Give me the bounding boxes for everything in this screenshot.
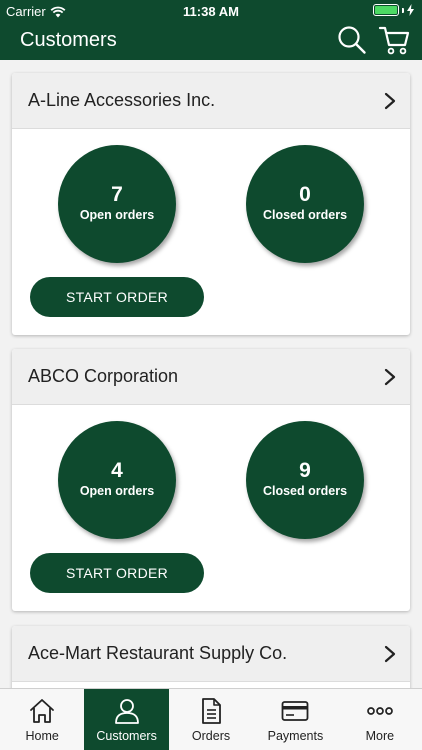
tab-label: Orders: [191, 729, 231, 743]
open-orders-count: 4: [111, 459, 123, 482]
start-order-button[interactable]: START ORDER: [30, 553, 204, 593]
tab-payments[interactable]: Payments: [253, 689, 337, 750]
open-orders-badge[interactable]: 4 Open orders: [58, 421, 176, 539]
tab-label: More: [365, 729, 395, 743]
cart-icon[interactable]: [378, 24, 410, 56]
customer-card-header[interactable]: Ace-Mart Restaurant Supply Co.: [12, 626, 410, 682]
battery-icon: [373, 4, 399, 16]
open-orders-count: 7: [111, 183, 123, 206]
customer-list[interactable]: A-Line Accessories Inc. 7 Open orders 0 …: [0, 60, 422, 688]
customer-name: A-Line Accessories Inc.: [28, 90, 216, 110]
start-order-button[interactable]: START ORDER: [30, 277, 204, 317]
customer-card-header[interactable]: ABCO Corporation: [12, 349, 410, 405]
clock: 11:38 AM: [183, 4, 239, 19]
search-icon[interactable]: [336, 24, 368, 56]
credit-card-icon: [282, 701, 309, 721]
customer-name: Ace-Mart Restaurant Supply Co.: [28, 643, 288, 663]
customer-name: ABCO Corporation: [28, 366, 179, 386]
document-icon: [202, 698, 221, 724]
tab-more[interactable]: More: [338, 689, 422, 750]
navigation-bar: Customers: [0, 22, 422, 60]
closed-orders-label: Closed orders: [262, 208, 348, 222]
customer-card-body: 7 Open orders 0 Closed orders START ORDE…: [12, 129, 410, 335]
tab-label: Home: [25, 729, 59, 743]
customer-card-body: 4 Open orders 9 Closed orders START ORDE…: [12, 405, 410, 611]
closed-orders-badge[interactable]: 9 Closed orders: [246, 421, 364, 539]
closed-orders-badge[interactable]: 0 Closed orders: [246, 145, 364, 263]
tab-customers[interactable]: Customers: [84, 689, 169, 750]
closed-orders-count: 9: [299, 459, 311, 482]
tab-label: Payments: [267, 729, 324, 743]
chevron-right-icon: [384, 645, 396, 663]
closed-orders-label: Closed orders: [262, 484, 348, 498]
page-title: Customers: [20, 29, 117, 51]
person-icon: [114, 699, 139, 724]
customer-card: ABCO Corporation 4 Open orders 9 Closed …: [12, 349, 410, 611]
more-icon: [366, 707, 393, 715]
open-orders-label: Open orders: [79, 208, 155, 222]
tab-orders[interactable]: Orders: [169, 689, 253, 750]
charging-bolt-icon: [407, 4, 414, 16]
status-bar: Carrier 11:38 AM: [0, 0, 422, 22]
tab-home[interactable]: Home: [0, 689, 84, 750]
customer-card: Ace-Mart Restaurant Supply Co.: [12, 626, 410, 688]
chevron-right-icon: [384, 368, 396, 386]
home-icon: [30, 699, 55, 723]
closed-orders-count: 0: [299, 183, 311, 206]
customer-card-header[interactable]: A-Line Accessories Inc.: [12, 73, 410, 129]
battery-indicator: [373, 4, 414, 16]
open-orders-label: Open orders: [79, 484, 155, 498]
open-orders-badge[interactable]: 7 Open orders: [58, 145, 176, 263]
tab-bar: Home Customers Orders Payments More: [0, 688, 422, 750]
chevron-right-icon: [384, 92, 396, 110]
customer-card: A-Line Accessories Inc. 7 Open orders 0 …: [12, 73, 410, 335]
tab-label: Customers: [96, 729, 157, 743]
